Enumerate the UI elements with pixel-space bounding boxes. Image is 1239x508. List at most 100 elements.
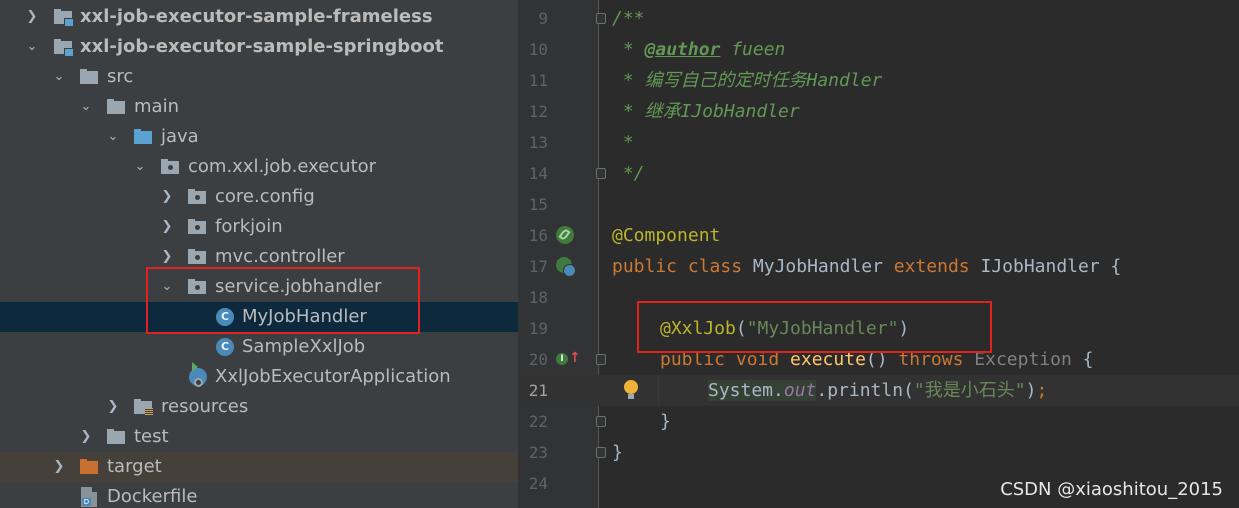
folder-icon [107,429,125,445]
line-number: 14 [528,164,548,183]
folder-icon [80,69,98,85]
java-class-icon: C [216,338,234,356]
code-line-current: 21 System.out.println("我是小石头"); [520,375,1239,406]
source-folder-icon [134,129,152,145]
tree-item-resources[interactable]: ❯ resources [0,392,518,422]
line-number: 22 [528,412,548,431]
tree-item-label: main [134,96,179,117]
code-text: System.out.println("我是小石头"); [708,380,1048,401]
module-folder-icon [54,39,74,57]
line-number: 11 [528,71,548,90]
highlight-box-annotation [637,301,992,353]
line-number: 13 [528,133,548,152]
fold-icon[interactable] [596,13,606,24]
tree-item-samplexxljob[interactable]: C SampleXxlJob [0,332,518,362]
excluded-folder-icon [80,459,98,475]
line-number: 21 [528,381,548,400]
tree-item-package-executor[interactable]: ⌄ com.xxl.job.executor [0,152,518,182]
code-editor[interactable]: 9 /** 10 * @author fueen 11 * 编写自己的定时任务H… [520,0,1239,508]
line-number: 18 [528,288,548,307]
tree-item-label: target [107,456,162,477]
tree-item-springboot-module[interactable]: ⌄ xxl-job-executor-sample-springboot [0,32,518,62]
resources-folder-icon [134,399,153,415]
code-text: public class MyJobHandler extends IJobHa… [612,256,1122,277]
tree-item-main[interactable]: ⌄ main [0,92,518,122]
chevron-right-icon[interactable]: ❯ [159,212,175,242]
line-number: 15 [528,195,548,214]
code-line: 15 [520,189,1239,220]
chevron-down-icon[interactable]: ⌄ [24,32,40,62]
implements-method-icon[interactable]: I ↑ [556,350,581,368]
tree-item-label: java [161,126,199,147]
tree-item-src[interactable]: ⌄ src [0,62,518,92]
line-number: 20 [528,350,548,369]
package-icon [188,249,206,265]
fold-icon[interactable] [596,447,606,458]
line-number: 9 [538,9,548,28]
fold-icon[interactable] [596,416,606,427]
tree-item-label: forkjoin [215,216,283,237]
code-line: 17 public class MyJobHandler extends IJo… [520,251,1239,282]
folder-icon [107,99,125,115]
tree-item-label: SampleXxlJob [242,336,366,357]
project-tree-panel: ❯ xxl-job-executor-sample-frameless ⌄ xx… [0,0,518,508]
code-line: 9 /** [520,3,1239,34]
tree-item-label: core.config [215,186,315,207]
chevron-right-icon[interactable]: ❯ [105,392,121,422]
fold-icon[interactable] [596,354,606,365]
tree-item-java[interactable]: ⌄ java [0,122,518,152]
code-line: 13 * [520,127,1239,158]
chevron-down-icon[interactable]: ⌄ [51,62,67,92]
code-text: */ [612,163,645,184]
chevron-down-icon[interactable]: ⌄ [105,122,121,152]
code-text: /** [612,8,645,29]
tree-item-label: Dockerfile [107,486,198,507]
code-line: 12 * 继承IJobHandler [520,96,1239,127]
code-text: * [612,132,634,153]
code-text: * @author fueen [612,39,786,60]
chevron-right-icon[interactable]: ❯ [51,452,67,482]
line-number: 10 [528,40,548,59]
code-line: 14 */ [520,158,1239,189]
package-icon [161,159,179,175]
tree-item-package-forkjoin[interactable]: ❯ forkjoin [0,212,518,242]
tree-item-label: test [134,426,169,447]
indent-guide [658,375,659,406]
line-number: 23 [528,443,548,462]
tree-item-test[interactable]: ❯ test [0,422,518,452]
code-text: } [612,442,623,463]
tree-item-label: src [107,66,134,87]
tree-item-label: XxlJobExecutorApplication [215,366,451,387]
package-icon [188,189,206,205]
fold-icon[interactable] [596,168,606,179]
dockerfile-icon: D [81,487,97,507]
code-line: 16 @Component [520,220,1239,251]
chevron-right-icon[interactable]: ❯ [24,2,40,32]
tree-item-label: xxl-job-executor-sample-springboot [80,36,444,57]
line-number: 19 [528,319,548,338]
line-number: 24 [528,474,548,493]
tree-item-label: com.xxl.job.executor [188,156,377,177]
spring-bean-icon[interactable] [556,226,574,244]
chevron-right-icon[interactable]: ❯ [159,182,175,212]
watermark: CSDN @xiaoshitou_2015 [1000,479,1223,500]
tree-item-label: xxl-job-executor-sample-frameless [80,6,433,27]
spring-boot-application-icon [189,362,207,387]
tree-item-target[interactable]: ❯ target [0,452,518,482]
line-number: 17 [528,257,548,276]
chevron-down-icon[interactable]: ⌄ [132,152,148,182]
lightbulb-icon[interactable] [624,380,638,400]
chevron-right-icon[interactable]: ❯ [78,422,94,452]
code-line: 10 * @author fueen [520,34,1239,65]
tree-item-application-class[interactable]: XxlJobExecutorApplication [0,362,518,392]
tree-item-package-core-config[interactable]: ❯ core.config [0,182,518,212]
code-text: * 编写自己的定时任务Handler [612,70,883,91]
module-folder-icon [54,9,74,27]
tree-item-frameless-module[interactable]: ❯ xxl-job-executor-sample-frameless [0,2,518,32]
chevron-down-icon[interactable]: ⌄ [78,92,94,122]
spring-bean-class-icon[interactable] [556,257,576,277]
code-text: @Component [612,225,721,246]
tree-item-label: resources [161,396,249,417]
tree-item-dockerfile[interactable]: D Dockerfile [0,482,518,508]
code-text: } [660,411,671,432]
